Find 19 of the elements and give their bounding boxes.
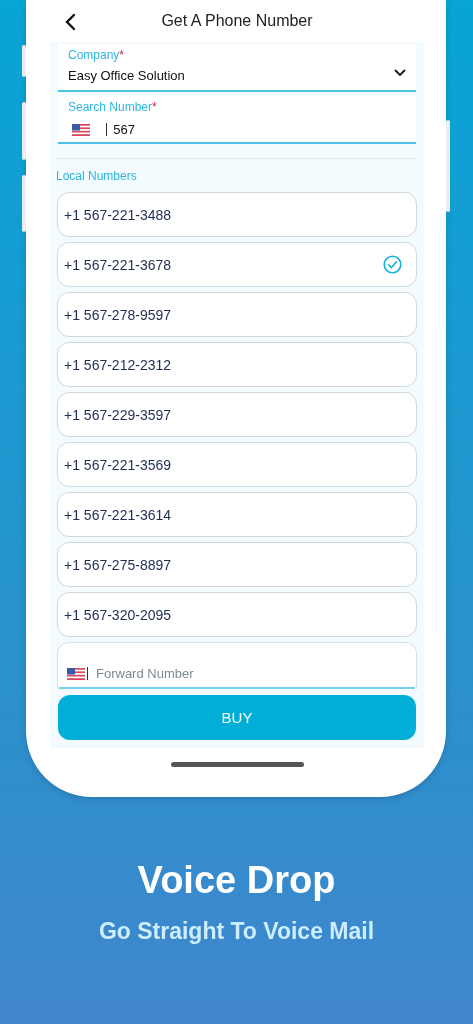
screen-title: Get A Phone Number [161, 12, 313, 30]
number-option[interactable]: +1 567-221-3488 [57, 192, 417, 237]
promo-title: Voice Drop [137, 859, 336, 902]
section-title: Local Numbers [56, 169, 138, 183]
flag-icon [72, 123, 90, 136]
search-number-field[interactable]: Search Number* 567 [58, 96, 416, 144]
number-option[interactable]: +1 567-221-3678 [57, 242, 417, 287]
number-option[interactable]: +1 567-320-2095 [57, 592, 417, 637]
number-option[interactable]: +1 567-221-3614 [57, 492, 417, 537]
chevron-down-icon [394, 68, 406, 77]
number-option[interactable]: +1 567-221-3569 [57, 442, 417, 487]
company-dropdown[interactable]: Company* Easy Office Solution [58, 44, 416, 92]
number-option[interactable]: +1 567-278-9597 [57, 292, 417, 337]
number-option[interactable]: +1 567-229-3597 [57, 392, 417, 437]
number-option[interactable]: +1 567-212-2312 [57, 342, 417, 387]
promo-subtitle: Go Straight To Voice Mail [98, 918, 375, 945]
number-option[interactable]: +1 567-275-8897 [57, 542, 417, 587]
forward-number-field[interactable]: Forward Number [57, 642, 417, 689]
back-icon[interactable] [64, 13, 76, 31]
